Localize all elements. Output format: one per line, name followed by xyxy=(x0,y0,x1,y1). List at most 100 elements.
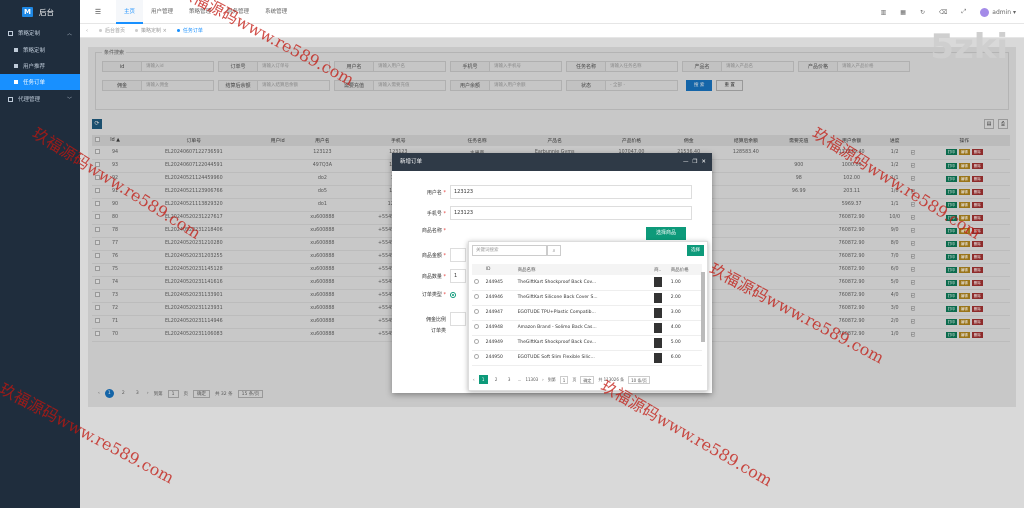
refresh-icon[interactable]: ↻ xyxy=(920,9,925,16)
delete-button[interactable]: 删除 xyxy=(971,292,983,299)
row-checkbox[interactable] xyxy=(95,201,101,206)
column-header[interactable]: 手机号 xyxy=(350,135,446,146)
page-1[interactable]: 1 xyxy=(478,375,488,384)
order-type-radio[interactable] xyxy=(450,291,456,298)
edit-button[interactable]: 编辑 xyxy=(958,214,970,221)
product-radio[interactable] xyxy=(474,339,479,344)
print-button[interactable]: 打印 xyxy=(945,188,957,195)
phone-input[interactable]: 123123 xyxy=(450,206,692,220)
product-row[interactable]: 244950 EGOTUDE Soft Slim Flexible Silic..… xyxy=(472,350,702,366)
columns-icon[interactable]: ▤ xyxy=(984,119,994,129)
column-header[interactable] xyxy=(907,135,919,146)
filter-input[interactable]: 请输入产品价格 xyxy=(838,61,910,72)
page-2[interactable]: 2 xyxy=(119,389,128,398)
pick-product-button[interactable]: 选择商品 xyxy=(646,227,687,240)
print-button[interactable]: 打印 xyxy=(945,162,957,169)
row-checkbox[interactable] xyxy=(95,214,101,219)
product-radio[interactable] xyxy=(474,278,479,284)
print-button[interactable]: 打印 xyxy=(945,201,957,208)
filter-input[interactable]: 请输入佣金 xyxy=(142,80,214,91)
column-header[interactable]: 需要充值 xyxy=(776,135,822,146)
delete-button[interactable]: 删除 xyxy=(971,214,983,221)
page-2[interactable]: 2 xyxy=(492,375,501,384)
row-checkbox[interactable] xyxy=(95,188,101,193)
delete-button[interactable]: 删除 xyxy=(971,253,983,260)
commission-input[interactable] xyxy=(450,312,466,326)
tag-orders[interactable]: 任务订单 xyxy=(172,27,208,34)
delete-button[interactable]: 删除 xyxy=(971,188,983,195)
fullscreen-icon[interactable]: ⤢ xyxy=(961,8,966,16)
row-checkbox[interactable] xyxy=(95,227,101,232)
tab-home[interactable]: 主页 xyxy=(116,0,144,24)
print-button[interactable]: 打印 xyxy=(945,240,957,247)
sidebar-item-strategy[interactable]: 策略定制 xyxy=(0,42,80,58)
column-header[interactable]: Id ▲ xyxy=(103,135,127,146)
product-search-input[interactable]: 关键词搜索 xyxy=(472,245,547,256)
page-1[interactable]: 1 xyxy=(104,389,114,398)
edit-button[interactable]: 编辑 xyxy=(958,175,970,182)
edit-button[interactable]: 编辑 xyxy=(958,227,970,234)
page-input[interactable]: 1 xyxy=(559,375,569,384)
row-checkbox[interactable] xyxy=(95,162,101,167)
print-button[interactable]: 打印 xyxy=(945,305,957,312)
column-header[interactable]: 订单号 xyxy=(126,135,262,146)
goto-confirm-button[interactable]: 确定 xyxy=(580,375,595,384)
edit-button[interactable]: 编辑 xyxy=(958,318,970,325)
column-header[interactable]: 操作 xyxy=(918,135,1010,146)
delete-button[interactable]: 删除 xyxy=(971,227,983,234)
maximize-icon[interactable]: ❐ xyxy=(692,153,697,171)
quantity-input[interactable]: 1 xyxy=(450,269,466,283)
grid-icon[interactable]: ▦ xyxy=(900,9,906,16)
username-input[interactable]: 123123 xyxy=(450,185,692,199)
filter-input[interactable]: 请输入结算后余额 xyxy=(258,80,330,91)
print-button[interactable]: 打印 xyxy=(945,227,957,234)
row-checkbox[interactable] xyxy=(95,253,101,258)
sidebar-item-orders[interactable]: 任务订单 xyxy=(0,74,80,90)
column-header[interactable]: 产品名 xyxy=(508,135,602,146)
row-checkbox[interactable] xyxy=(95,292,101,297)
edit-button[interactable]: 编辑 xyxy=(958,149,970,156)
tag-home[interactable]: 后台首页 xyxy=(94,27,130,34)
edit-button[interactable]: 编辑 xyxy=(958,331,970,338)
product-radio[interactable] xyxy=(474,294,479,299)
print-button[interactable]: 打印 xyxy=(945,318,957,325)
filter-input[interactable]: 请输入id xyxy=(142,61,214,72)
edit-button[interactable]: 编辑 xyxy=(958,292,970,299)
delete-button[interactable]: 删除 xyxy=(971,318,983,325)
edit-button[interactable]: 编辑 xyxy=(958,188,970,195)
edit-button[interactable]: 编辑 xyxy=(958,201,970,208)
delete-button[interactable]: 删除 xyxy=(971,279,983,286)
product-radio[interactable] xyxy=(474,324,479,329)
print-button[interactable]: 打印 xyxy=(945,331,957,338)
column-header[interactable]: 进度 xyxy=(882,135,908,146)
tab-users[interactable]: 用户管理 xyxy=(143,0,181,24)
search-icon[interactable]: ⌕ xyxy=(547,245,561,256)
delete-button[interactable]: 删除 xyxy=(971,201,983,208)
page-size-select[interactable]: 15 条/页 xyxy=(237,389,264,398)
edit-button[interactable]: 编辑 xyxy=(958,253,970,260)
product-row[interactable]: 244947 EGOTUDE TPU+Plastic Compatib... 3.0… xyxy=(472,305,702,321)
next-page-icon[interactable]: › xyxy=(542,377,544,382)
menu-toggle-icon[interactable]: ☰ xyxy=(80,8,116,16)
goto-confirm-button[interactable]: 确定 xyxy=(193,389,210,398)
page-last[interactable]: 11303 xyxy=(525,377,538,382)
page-size-select[interactable]: 10 条/页 xyxy=(628,375,650,384)
menu-group-agent[interactable]: 代理管理 ﹀ xyxy=(0,90,80,108)
filter-input[interactable]: - 全部 - xyxy=(606,80,678,91)
tags-prev-icon[interactable]: ‹ xyxy=(80,28,94,34)
column-header[interactable]: 产品价格 xyxy=(601,135,662,146)
print-button[interactable]: 打印 xyxy=(945,175,957,182)
reset-button[interactable]: 重 置 xyxy=(716,80,743,91)
product-row[interactable]: 244946 TheGiftKart Silicone Back Cover S.… xyxy=(472,290,702,306)
next-page-icon[interactable]: › xyxy=(147,391,149,396)
product-row[interactable]: 244949 TheGiftKart Shockproof Back Cov...… xyxy=(472,335,702,351)
print-button[interactable]: 打印 xyxy=(945,253,957,260)
filter-input[interactable]: 请输入需要充值 xyxy=(374,80,446,91)
product-radio[interactable] xyxy=(474,309,479,314)
scrollbar[interactable] xyxy=(701,272,705,342)
delete-button[interactable]: 删除 xyxy=(971,175,983,182)
row-checkbox[interactable] xyxy=(95,175,101,180)
edit-button[interactable]: 编辑 xyxy=(958,162,970,169)
print-button[interactable]: 打印 xyxy=(945,149,957,156)
tab-strategy[interactable]: 策略管理 xyxy=(181,0,219,24)
